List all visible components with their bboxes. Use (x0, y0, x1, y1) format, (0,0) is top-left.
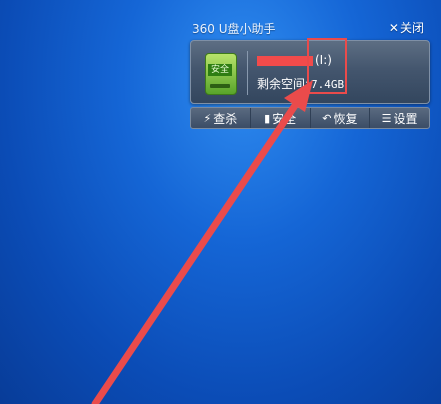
settings-button[interactable]: ☰ 设置 (370, 108, 429, 128)
redaction-mark (257, 55, 313, 66)
widget-title: 360 U盘小助手 (192, 22, 276, 36)
lightning-icon: ⚡ (203, 111, 212, 125)
highlight-box (307, 38, 347, 94)
free-space-label: 剩余空间: (257, 77, 310, 91)
safe-badge: 安全 (208, 64, 232, 76)
list-icon: ☰ (381, 111, 392, 125)
restore-button[interactable]: ↶ 恢复 (311, 108, 371, 128)
widget-toolbar: ⚡ 查杀 ▮ 安全 ↶ 恢复 ☰ 设置 (190, 107, 430, 129)
scan-button[interactable]: ⚡ 查杀 (191, 108, 251, 128)
safe-eject-button[interactable]: ▮ 安全 (251, 108, 311, 128)
close-button[interactable]: ✕关闭 (389, 19, 424, 36)
usb-drive-icon: 安全 (205, 53, 237, 95)
usb-icon: ▮ (264, 111, 271, 125)
restore-icon: ↶ (322, 111, 332, 125)
close-label: 关闭 (399, 21, 424, 35)
close-icon: ✕ (388, 21, 399, 35)
divider (247, 51, 248, 95)
